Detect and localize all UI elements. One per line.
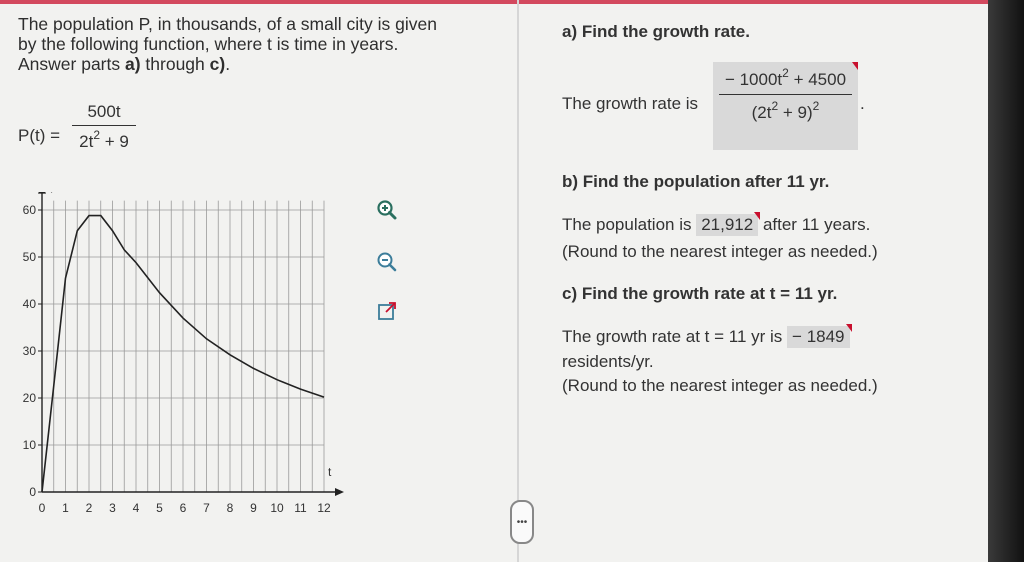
popout-icon bbox=[378, 302, 396, 320]
x-tick-label: 2 bbox=[86, 501, 93, 515]
problem-statement: The population P, in thousands, of a sma… bbox=[18, 14, 508, 74]
function-fraction: 500t 2t2 + 9 bbox=[72, 102, 136, 152]
growth-rate-num-term2: + 4500 bbox=[788, 70, 847, 89]
part-c-label: The growth rate at t = 11 yr is bbox=[562, 327, 783, 346]
x-tick-label: 11 bbox=[294, 501, 307, 515]
screen-edge bbox=[988, 0, 1024, 562]
population-graph: Pt60504030201000123456789101112 bbox=[23, 192, 344, 515]
x-tick-label: 12 bbox=[317, 501, 331, 515]
answer-marker bbox=[845, 324, 852, 332]
function-den-exp: 2 bbox=[93, 128, 101, 142]
part-c-note: (Round to the nearest integer as needed.… bbox=[562, 376, 878, 395]
growth-rate-den-exp: 2 bbox=[812, 99, 820, 113]
zoom-out-icon bbox=[377, 252, 397, 272]
part-c-ref: c) bbox=[209, 54, 226, 74]
part-c-answer-box[interactable]: − 1849 bbox=[787, 324, 852, 348]
part-a-label: The growth rate is bbox=[562, 94, 699, 113]
right-panel: a) Find the growth rate. The growth rate… bbox=[540, 0, 980, 562]
problem-line-1: The population P, in thousands, of a sma… bbox=[18, 14, 437, 34]
zoom-in-button[interactable] bbox=[373, 196, 401, 224]
part-b-answer-box[interactable]: 21,912 bbox=[696, 212, 761, 236]
function-den-base: 2t bbox=[79, 132, 94, 151]
x-tick-label: 4 bbox=[133, 501, 140, 515]
part-a-answer-box[interactable]: − 1000t2 + 4500 (2t2 + 9)2 bbox=[713, 62, 858, 150]
part-b-label: The population is bbox=[562, 215, 692, 234]
function-den-tail: + 9 bbox=[100, 132, 129, 151]
zoom-out-button[interactable] bbox=[373, 248, 401, 276]
y-tick-label: 40 bbox=[23, 297, 37, 311]
y-axis-label: P bbox=[50, 192, 58, 196]
left-panel: The population P, in thousands, of a sma… bbox=[0, 0, 520, 562]
growth-rate-den-tail: + 9) bbox=[778, 103, 813, 122]
x-tick-label: 8 bbox=[227, 501, 234, 515]
pane-divider bbox=[517, 0, 519, 562]
growth-rate-num-term1: − 1000t bbox=[724, 70, 783, 89]
y-tick-label: 10 bbox=[23, 438, 37, 452]
y-axis-arrow bbox=[38, 192, 46, 194]
x-tick-label: 9 bbox=[250, 501, 257, 515]
function-numerator: 500t bbox=[87, 102, 121, 121]
x-tick-label: 6 bbox=[180, 501, 187, 515]
part-b-note: (Round to the nearest integer as needed.… bbox=[562, 242, 878, 261]
problem-line-3-end: . bbox=[225, 54, 231, 74]
x-axis-label: t bbox=[328, 465, 332, 479]
problem-line-2: by the following function, where t is ti… bbox=[18, 34, 399, 54]
graph-tick-labels: Pt60504030201000123456789101112 bbox=[23, 192, 332, 515]
y-tick-label: 30 bbox=[23, 344, 37, 358]
function-denominator: 2t2 + 9 bbox=[72, 125, 136, 152]
x-tick-label: 1 bbox=[62, 501, 69, 515]
y-tick-label: 50 bbox=[23, 250, 37, 264]
pane-resize-handle[interactable]: ••• bbox=[510, 500, 534, 544]
x-tick-label: 5 bbox=[156, 501, 163, 515]
zoom-in-icon bbox=[377, 200, 397, 220]
part-a-period: . bbox=[860, 94, 865, 113]
x-tick-label: 0 bbox=[39, 501, 46, 515]
y-tick-label: 0 bbox=[29, 485, 36, 499]
growth-rate-den-inner-exp: 2 bbox=[771, 99, 779, 113]
part-b-line: The population is 21,912 after 11 years. bbox=[562, 212, 871, 236]
graph-axes bbox=[38, 192, 344, 496]
problem-line-3-mid: through bbox=[140, 54, 210, 74]
answer-marker bbox=[754, 212, 761, 220]
part-a-heading: a) Find the growth rate. bbox=[562, 22, 750, 41]
growth-rate-fraction: − 1000t2 + 4500 (2t2 + 9)2 bbox=[719, 66, 852, 123]
problem-line-3-prefix: Answer parts bbox=[18, 54, 125, 74]
part-b-answer: 21,912 bbox=[701, 215, 754, 234]
answer-marker bbox=[852, 62, 858, 70]
part-c-units: residents/yr. bbox=[562, 352, 654, 371]
part-c-line: The growth rate at t = 11 yr is − 1849 bbox=[562, 324, 852, 348]
part-b-heading: b) Find the population after 11 yr. bbox=[562, 172, 830, 191]
problem-line-3: Answer parts a) through c). bbox=[18, 54, 508, 74]
x-tick-label: 7 bbox=[203, 501, 210, 515]
x-axis-arrow bbox=[335, 488, 344, 496]
y-tick-label: 60 bbox=[23, 203, 37, 217]
popout-button[interactable] bbox=[373, 297, 401, 325]
growth-rate-num-exp: 2 bbox=[782, 66, 789, 80]
x-tick-label: 10 bbox=[270, 501, 284, 515]
part-c-heading: c) Find the growth rate at t = 11 yr. bbox=[562, 284, 838, 303]
y-tick-label: 20 bbox=[23, 391, 37, 405]
growth-rate-den-base: (2t bbox=[751, 103, 772, 122]
part-a-ref: a) bbox=[124, 54, 141, 74]
growth-rate-numerator: − 1000t2 + 4500 bbox=[719, 66, 852, 94]
part-c-answer: − 1849 bbox=[792, 327, 845, 346]
function-lhs: P(t) = bbox=[18, 126, 61, 145]
part-b-suffix: after 11 years. bbox=[762, 215, 871, 234]
x-tick-label: 3 bbox=[109, 501, 116, 515]
growth-rate-denominator: (2t2 + 9)2 bbox=[719, 94, 852, 123]
graph-grid bbox=[41, 200, 325, 493]
